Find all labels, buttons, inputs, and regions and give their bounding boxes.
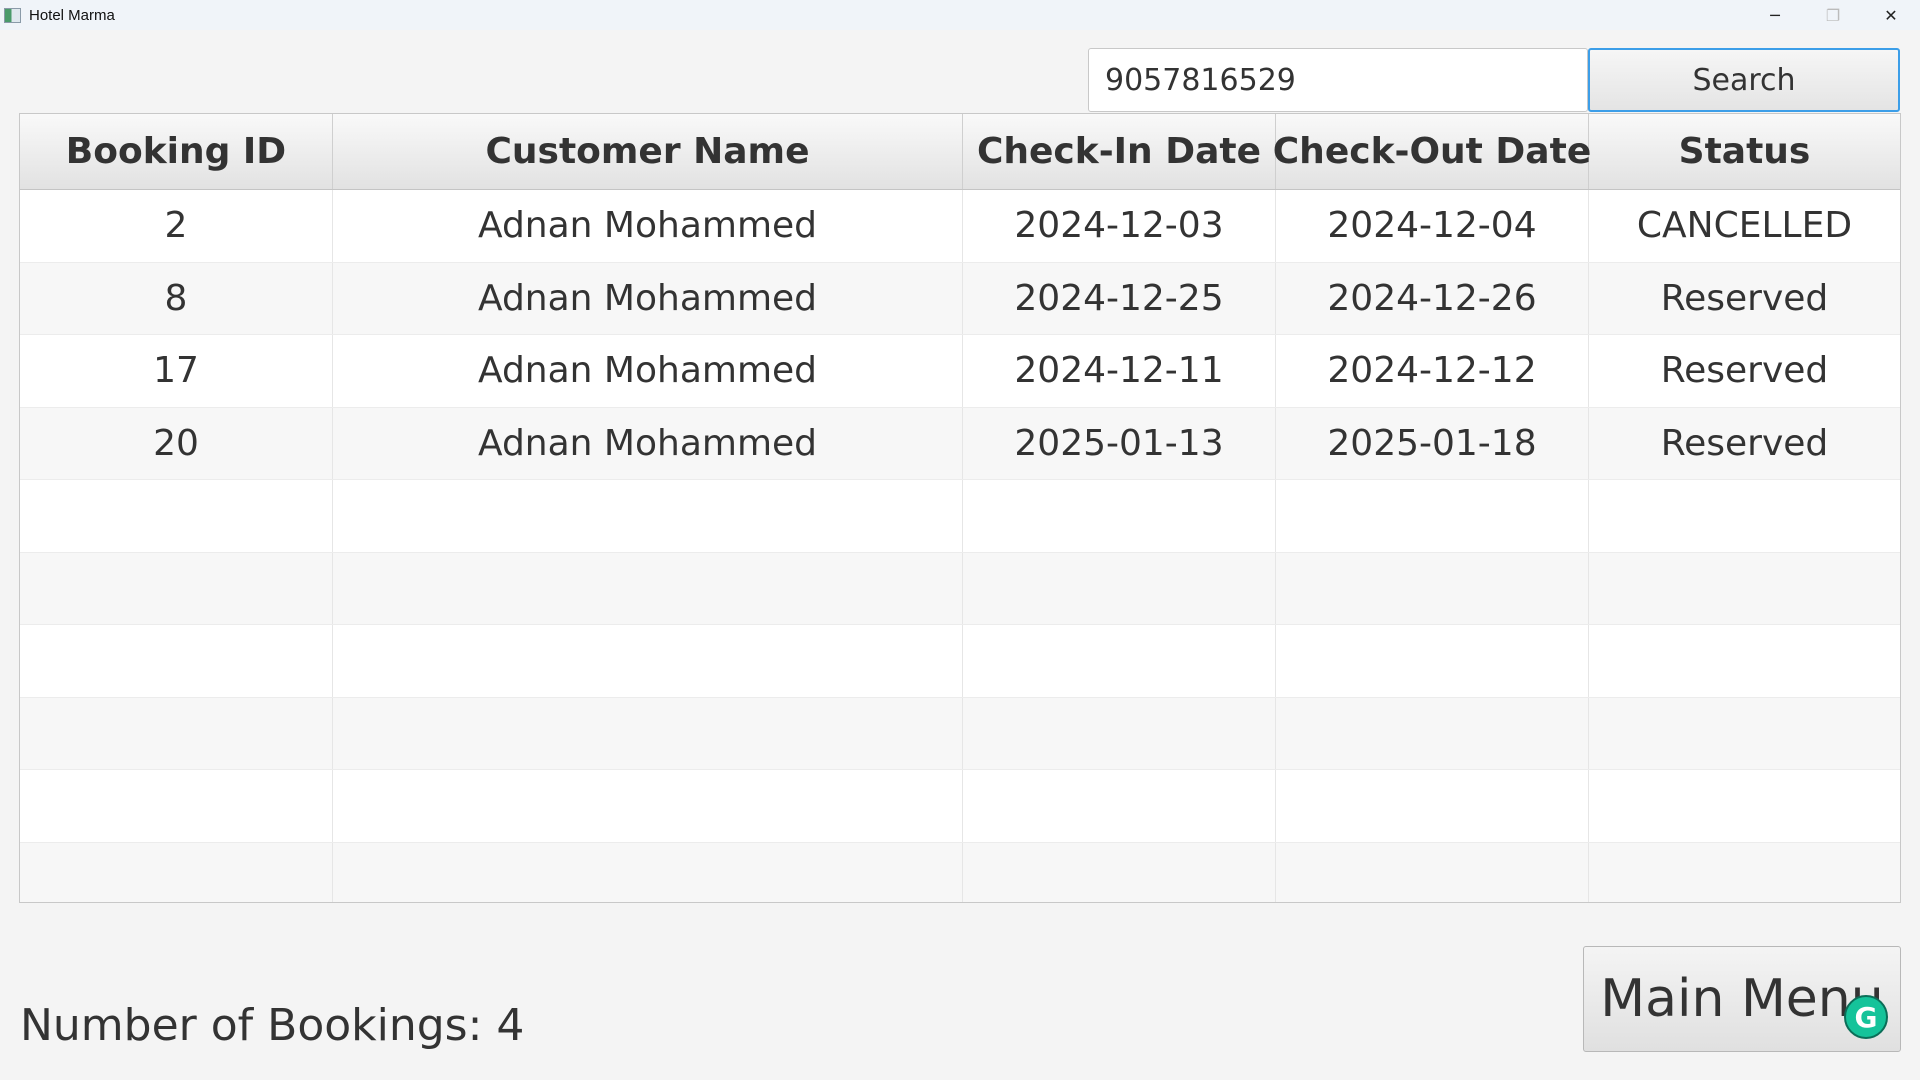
empty-cell bbox=[1276, 625, 1589, 697]
empty-cell bbox=[1589, 770, 1900, 842]
customer-name-cell: Adnan Mohammed bbox=[333, 335, 963, 407]
empty-table-row bbox=[20, 625, 1900, 698]
empty-cell bbox=[1276, 842, 1589, 902]
empty-cell bbox=[20, 842, 333, 902]
table-row[interactable]: 8 Adnan Mohammed 2024-12-25 2024-12-26 R… bbox=[20, 262, 1900, 335]
status-cell: Reserved bbox=[1660, 422, 1829, 464]
column-header-check-in-date[interactable]: Check-In Date bbox=[963, 114, 1276, 189]
minimize-icon[interactable]: ─ bbox=[1746, 0, 1804, 30]
column-header-check-out-date[interactable]: Check-Out Date bbox=[1273, 114, 1591, 189]
booking-id-cell: 20 bbox=[20, 407, 333, 479]
empty-cell bbox=[1589, 843, 1900, 903]
empty-cell bbox=[963, 770, 1276, 842]
table-row[interactable]: 17 Adnan Mohammed 2024-12-11 2024-12-12 … bbox=[20, 335, 1900, 408]
booking-id-cell: 8 bbox=[20, 262, 333, 334]
search-button[interactable]: Search bbox=[1588, 48, 1900, 112]
check-out-date-cell: 2024-12-12 bbox=[1276, 335, 1589, 407]
table-row[interactable]: 20 Adnan Mohammed 2025-01-13 2025-01-18 … bbox=[20, 407, 1900, 480]
empty-cell bbox=[333, 842, 963, 902]
empty-table-row bbox=[20, 842, 1900, 903]
check-in-date-cell: 2024-12-11 bbox=[963, 335, 1276, 407]
window-title: Hotel Marma bbox=[29, 6, 115, 24]
column-header-status[interactable]: Status bbox=[1589, 114, 1900, 189]
empty-cell bbox=[20, 770, 333, 842]
customer-name-cell: Adnan Mohammed bbox=[333, 262, 963, 334]
check-in-date-cell: 2024-12-25 bbox=[963, 262, 1276, 334]
grammarly-icon[interactable]: G bbox=[1844, 995, 1888, 1039]
empty-cell bbox=[963, 552, 1276, 624]
restore-icon[interactable]: ❐ bbox=[1804, 0, 1862, 30]
check-in-date-cell: 2025-01-13 bbox=[963, 407, 1276, 479]
empty-cell bbox=[1276, 480, 1589, 552]
bookings-count-label: Number of Bookings: 4 bbox=[20, 1000, 525, 1051]
table-row[interactable]: 2 Adnan Mohammed 2024-12-03 2024-12-04 C… bbox=[20, 190, 1900, 263]
empty-cell bbox=[1589, 625, 1900, 697]
app-window: Hotel Marma ─ ❐ ✕ Search Booking ID Cust… bbox=[0, 0, 1920, 1080]
column-header-customer-name[interactable]: Customer Name bbox=[333, 114, 963, 189]
column-header-booking-id[interactable]: Booking ID bbox=[20, 114, 333, 189]
check-out-date-cell: 2025-01-18 bbox=[1276, 407, 1589, 479]
empty-cell bbox=[1589, 698, 1900, 770]
empty-cell bbox=[20, 480, 333, 552]
bookings-table: Booking ID Customer Name Check-In Date C… bbox=[19, 113, 1901, 903]
empty-cell bbox=[20, 625, 333, 697]
customer-name-cell: Adnan Mohammed bbox=[333, 407, 963, 479]
search-input[interactable] bbox=[1088, 48, 1588, 112]
table-header: Booking ID Customer Name Check-In Date C… bbox=[20, 114, 1900, 190]
status-cell: Reserved bbox=[1660, 350, 1829, 392]
empty-cell bbox=[1589, 553, 1900, 625]
app-icon bbox=[4, 7, 21, 23]
empty-cell bbox=[333, 480, 963, 552]
table-body: 2 Adnan Mohammed 2024-12-03 2024-12-04 C… bbox=[20, 190, 1900, 903]
empty-cell bbox=[963, 697, 1276, 769]
empty-cell bbox=[333, 770, 963, 842]
empty-cell bbox=[963, 480, 1276, 552]
booking-id-cell: 17 bbox=[20, 335, 333, 407]
empty-table-row bbox=[20, 480, 1900, 553]
empty-cell bbox=[333, 552, 963, 624]
status-cell: Reserved bbox=[1660, 277, 1829, 319]
empty-table-row bbox=[20, 770, 1900, 843]
check-in-date-cell: 2024-12-03 bbox=[963, 190, 1276, 262]
empty-cell bbox=[333, 625, 963, 697]
customer-name-cell: Adnan Mohammed bbox=[333, 190, 963, 262]
empty-cell bbox=[20, 697, 333, 769]
empty-cell bbox=[333, 697, 963, 769]
status-cell: CANCELLED bbox=[1636, 205, 1853, 247]
empty-cell bbox=[20, 552, 333, 624]
empty-table-row bbox=[20, 697, 1900, 770]
close-icon[interactable]: ✕ bbox=[1862, 0, 1920, 30]
window-controls: ─ ❐ ✕ bbox=[1746, 0, 1920, 30]
empty-cell bbox=[963, 625, 1276, 697]
check-out-date-cell: 2024-12-04 bbox=[1276, 190, 1589, 262]
empty-cell bbox=[1276, 770, 1589, 842]
empty-cell bbox=[1276, 697, 1589, 769]
empty-cell bbox=[963, 842, 1276, 902]
empty-table-row bbox=[20, 552, 1900, 625]
title-bar: Hotel Marma ─ ❐ ✕ bbox=[0, 0, 1920, 30]
booking-id-cell: 2 bbox=[20, 190, 333, 262]
empty-cell bbox=[1589, 480, 1900, 552]
empty-cell bbox=[1276, 552, 1589, 624]
check-out-date-cell: 2024-12-26 bbox=[1276, 262, 1589, 334]
